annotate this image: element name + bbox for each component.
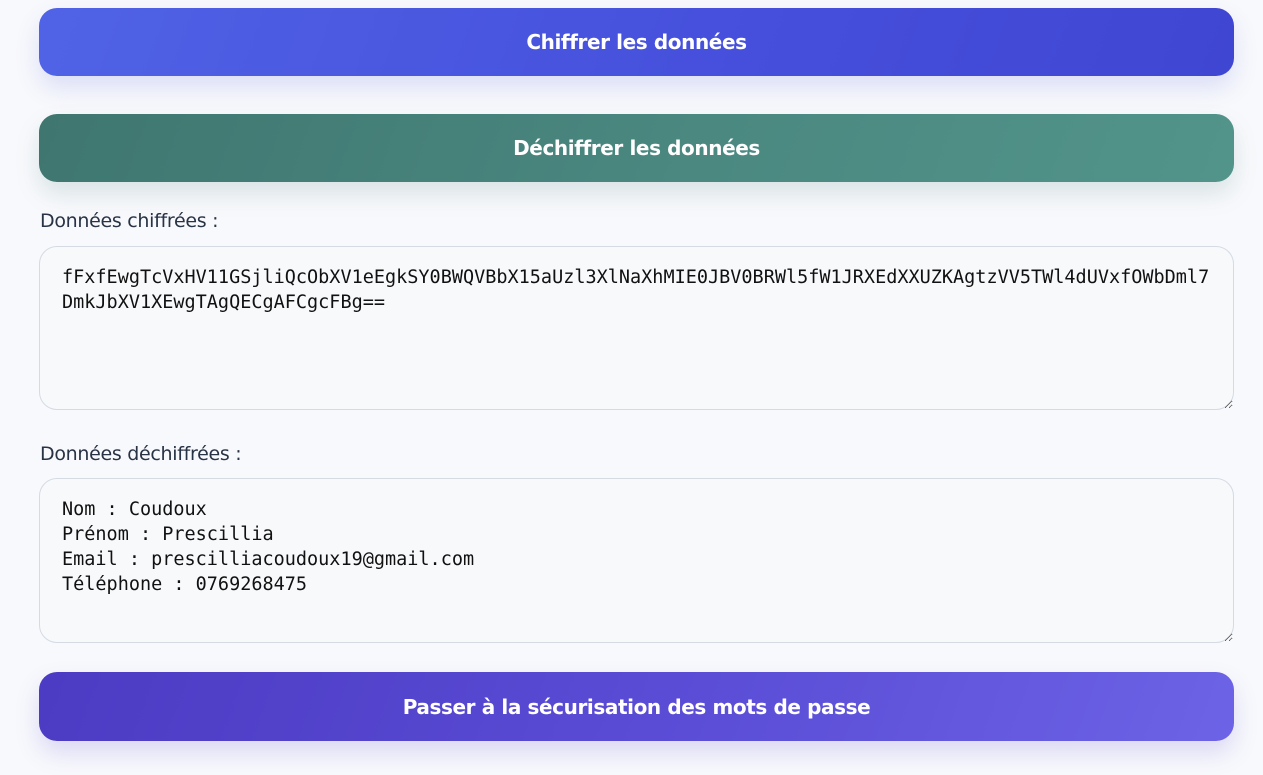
decrypted-data-label: Données déchiffrées : — [40, 443, 242, 465]
encrypt-button[interactable]: Chiffrer les données — [39, 8, 1234, 76]
password-security-button[interactable]: Passer à la sécurisation des mots de pas… — [39, 672, 1234, 741]
decrypted-data-textarea[interactable]: Nom : Coudoux Prénom : Prescillia Email … — [39, 478, 1234, 643]
encrypted-data-textarea[interactable]: fFxfEwgTcVxHV11GSjliQcObXV1eEgkSY0BWQVBb… — [39, 246, 1234, 410]
decrypt-button[interactable]: Déchiffrer les données — [39, 114, 1234, 182]
encrypted-data-label: Données chiffrées : — [40, 210, 219, 232]
page: Chiffrer les données Déchiffrer les donn… — [0, 0, 1263, 775]
